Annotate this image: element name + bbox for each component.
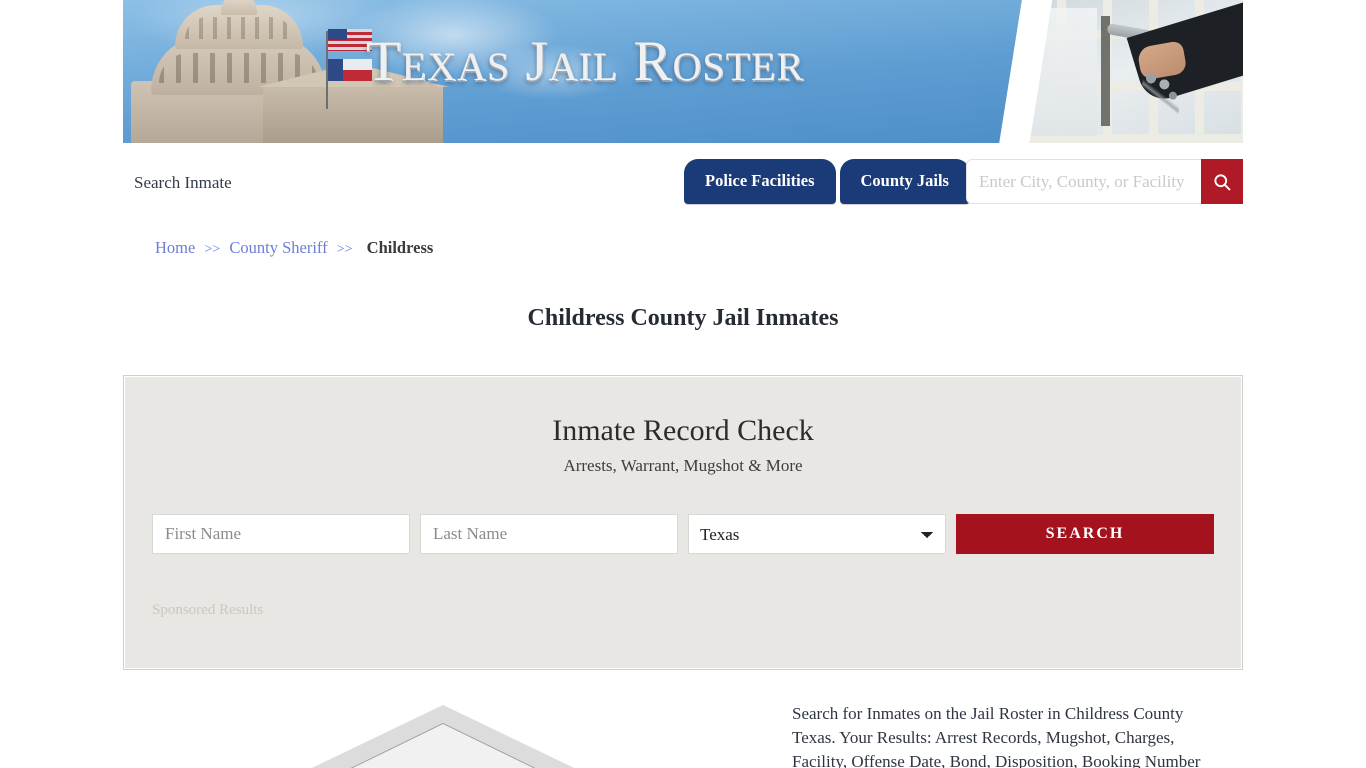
state-select[interactable]: Texas	[688, 514, 946, 554]
breadcrumb-separator: >>	[336, 242, 353, 257]
first-name-input[interactable]	[152, 514, 410, 554]
nav-bar: Search Inmate Police Facilities County J…	[123, 143, 1243, 223]
sponsored-results-label: Sponsored Results	[152, 602, 264, 618]
facility-search-button[interactable]	[1201, 159, 1243, 204]
tab-police-facilities[interactable]: Police Facilities	[684, 159, 836, 204]
search-icon	[1214, 173, 1231, 190]
inmate-search-form: Texas SEARCH	[152, 514, 1214, 554]
page-title: Childress County Jail Inmates	[527, 305, 839, 332]
courthouse-image	[293, 705, 593, 768]
card-title: Inmate Record Check	[552, 414, 814, 447]
inmate-search-button[interactable]: SEARCH	[956, 514, 1214, 554]
facility-search-group	[966, 159, 1243, 204]
facility-search-input[interactable]	[966, 159, 1201, 204]
nav-tabs: Police Facilities County Jails	[684, 159, 970, 204]
inmate-record-check-card: Inmate Record Check Arrests, Warrant, Mu…	[123, 375, 1243, 670]
last-name-input[interactable]	[420, 514, 678, 554]
breadcrumb-separator: >>	[204, 242, 221, 257]
tab-county-jails[interactable]: County Jails	[839, 159, 970, 204]
breadcrumb-link-home[interactable]: Home	[155, 238, 195, 257]
bottom-section: Search for Inmates on the Jail Roster in…	[123, 690, 1243, 768]
breadcrumb-current: Childress	[366, 238, 434, 257]
capitol-cupola	[221, 0, 257, 15]
courthouse-roof-inner	[328, 724, 558, 768]
page-root: Texas Jail Roster Search Inmate Police F…	[0, 0, 1366, 768]
jail-roster-description: Search for Inmates on the Jail Roster in…	[792, 704, 1201, 768]
search-inmate-label: Search Inmate	[134, 173, 232, 192]
capitol-pediment	[257, 63, 449, 143]
site-title: Texas Jail Roster	[365, 30, 805, 93]
site-banner: Texas Jail Roster	[123, 0, 1243, 143]
card-subtitle: Arrests, Warrant, Mugshot & More	[563, 456, 803, 475]
breadcrumb: Home >> County Sheriff >> Childress	[155, 238, 433, 258]
breadcrumb-link-county-sheriff[interactable]: County Sheriff	[229, 238, 327, 257]
